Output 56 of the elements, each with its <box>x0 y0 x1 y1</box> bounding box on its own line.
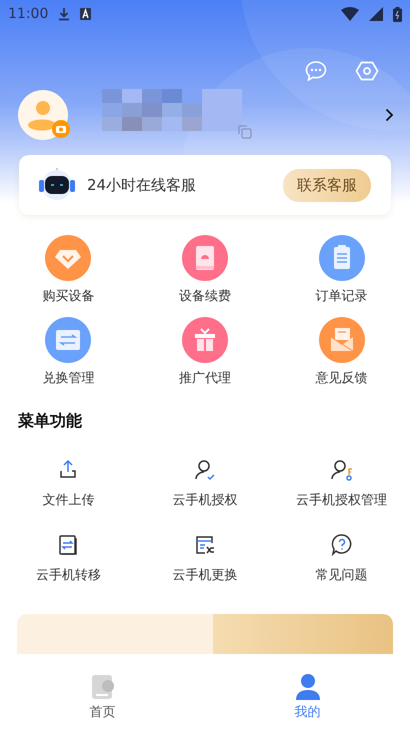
service-item[interactable]: 兑换管理 <box>0 317 137 387</box>
battery-icon <box>393 6 402 22</box>
service-label: 购买设备 <box>42 288 94 305</box>
menu-label: 云手机转移 <box>36 567 101 584</box>
tab[interactable]: 我的 <box>205 668 410 730</box>
service-icon <box>182 235 228 281</box>
menu-icon <box>330 458 354 482</box>
menu-item[interactable]: 云手机授权 <box>136 458 274 509</box>
service-item[interactable]: 推广代理 <box>136 317 274 387</box>
contact-support-button[interactable]: 联系客服 <box>283 168 371 202</box>
section-title: 菜单功能 <box>17 410 83 432</box>
menu-label: 云手机更换 <box>172 567 238 584</box>
promo-banner[interactable] <box>17 614 393 654</box>
wifi-icon <box>341 7 359 21</box>
robot-icon <box>37 168 77 202</box>
service-icon <box>182 317 228 363</box>
status-time: 11:00 <box>8 6 48 22</box>
tab[interactable]: 首页 <box>0 668 205 730</box>
service-label: 兑换管理 <box>42 370 94 387</box>
copy-icon[interactable] <box>238 125 252 139</box>
chevron-right-icon[interactable] <box>385 108 394 122</box>
menu-item[interactable]: 云手机转移 <box>0 533 137 584</box>
service-item[interactable]: 意见反馈 <box>273 317 410 387</box>
menu-label: 云手机授权管理 <box>296 492 388 509</box>
menu-item[interactable]: 文件上传 <box>0 458 137 509</box>
service-icon <box>45 317 92 363</box>
service-label: 推广代理 <box>178 370 231 387</box>
menu-icon <box>192 458 217 482</box>
service-icon <box>318 235 365 281</box>
profile-icon <box>296 674 320 700</box>
camera-icon[interactable] <box>52 120 70 138</box>
home-icon <box>90 674 116 700</box>
avatar[interactable] <box>18 90 68 140</box>
menu-icon <box>330 533 354 557</box>
menu-item[interactable]: 常见问题 <box>273 533 410 584</box>
chat-icon[interactable] <box>305 61 327 81</box>
signal-icon <box>369 7 383 21</box>
tab-label: 我的 <box>294 704 320 721</box>
support-label: 24小时在线客服 <box>87 176 196 194</box>
menu-label: 云手机授权 <box>172 492 238 509</box>
service-item[interactable]: 购买设备 <box>0 235 137 305</box>
settings-icon[interactable] <box>355 61 379 81</box>
service-icon <box>318 317 365 363</box>
tab-label: 首页 <box>90 704 116 721</box>
service-item[interactable]: 设备续费 <box>136 235 274 305</box>
service-icon <box>45 235 92 281</box>
service-item[interactable]: 订单记录 <box>273 235 410 305</box>
service-label: 意见反馈 <box>316 370 368 387</box>
menu-label: 常见问题 <box>316 567 368 584</box>
font-icon <box>80 8 92 20</box>
service-label: 设备续费 <box>178 288 231 305</box>
menu-item[interactable]: 云手机更换 <box>136 533 274 584</box>
download-icon <box>58 7 70 21</box>
menu-item[interactable]: 云手机授权管理 <box>273 458 410 509</box>
service-label: 订单记录 <box>316 288 368 305</box>
menu-label: 文件上传 <box>42 492 94 509</box>
